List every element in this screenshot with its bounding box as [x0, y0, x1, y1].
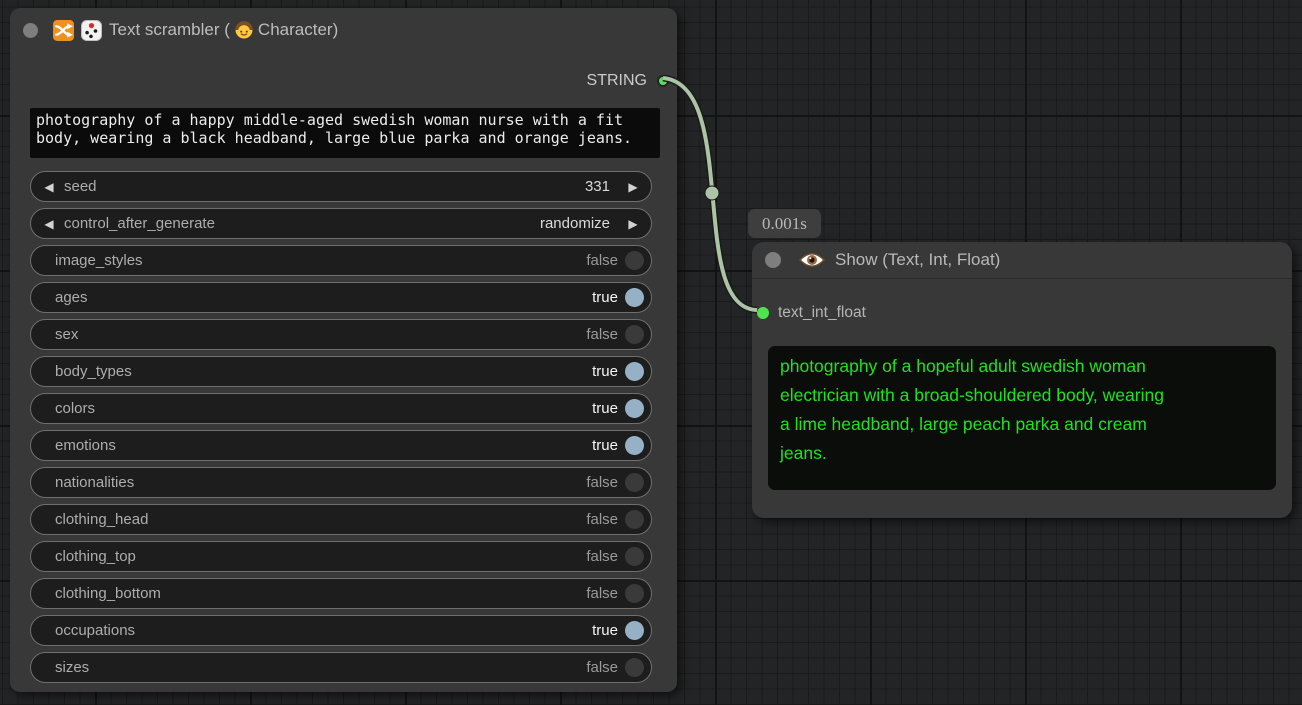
toggle-sizes[interactable]: sizes false — [30, 652, 652, 683]
output-label: STRING — [587, 72, 647, 89]
decrement-arrow-icon[interactable]: ◀ — [38, 217, 60, 231]
node-titlebar[interactable]: Text scrambler ( Character) — [10, 8, 677, 52]
toggle-value: true — [592, 289, 618, 306]
toggle-value: false — [586, 585, 618, 602]
toggle-label: colors — [55, 400, 95, 417]
prompt-textarea[interactable]: photography of a happy middle-aged swedi… — [30, 108, 660, 158]
node-text-scrambler[interactable]: Text scrambler ( Character) STRING photo… — [10, 8, 677, 692]
toggle-knob[interactable] — [625, 547, 644, 566]
toggle-image_styles[interactable]: image_styles false — [30, 245, 652, 276]
toggle-body_types[interactable]: body_types true — [30, 356, 652, 387]
eye-icon — [799, 251, 825, 269]
toggle-knob[interactable] — [625, 658, 644, 677]
toggle-value: false — [586, 659, 618, 676]
person-icon — [235, 21, 253, 39]
node-title: Text scrambler ( Character) — [109, 20, 338, 40]
toggle-knob[interactable] — [625, 325, 644, 344]
output-port-string[interactable] — [657, 75, 669, 87]
toggle-label: sex — [55, 326, 78, 343]
toggle-label: sizes — [55, 659, 89, 676]
toggle-knob[interactable] — [625, 251, 644, 270]
widget-list: ◀ seed 331 ▶ ◀ control_after_generate randomiz… — [30, 171, 652, 683]
input-port-text-int-float[interactable] — [757, 307, 769, 319]
toggle-knob[interactable] — [625, 621, 644, 640]
input-slot-text-int-float: text_int_float — [757, 304, 866, 322]
widget-value: 331 — [585, 178, 610, 195]
toggle-label: clothing_head — [55, 511, 148, 528]
decrement-arrow-icon[interactable]: ◀ — [38, 180, 60, 194]
dice-icon — [81, 20, 102, 41]
toggle-label: occupations — [55, 622, 135, 639]
widget-label: seed — [64, 178, 97, 195]
toggle-value: false — [586, 511, 618, 528]
link-midpoint-dot[interactable] — [705, 186, 719, 200]
toggle-knob[interactable] — [625, 473, 644, 492]
toggle-nationalities[interactable]: nationalities false — [30, 467, 652, 498]
toggle-knob[interactable] — [625, 399, 644, 418]
toggle-knob[interactable] — [625, 584, 644, 603]
toggle-emotions[interactable]: emotions true — [30, 430, 652, 461]
node-show-text-int-float[interactable]: Show (Text, Int, Float) text_int_float p… — [752, 242, 1292, 518]
toggle-label: clothing_top — [55, 548, 136, 565]
toggle-value: true — [592, 363, 618, 380]
widget-value: randomize — [540, 215, 610, 232]
toggle-value: false — [586, 548, 618, 565]
toggle-label: clothing_bottom — [55, 585, 161, 602]
increment-arrow-icon[interactable]: ▶ — [622, 180, 644, 194]
toggle-label: nationalities — [55, 474, 134, 491]
execution-time-badge: 0.001s — [748, 209, 821, 238]
shuffle-icon — [53, 20, 74, 41]
toggle-label: emotions — [55, 437, 116, 454]
toggle-value: true — [592, 437, 618, 454]
input-label: text_int_float — [778, 304, 866, 322]
toggle-colors[interactable]: colors true — [30, 393, 652, 424]
toggle-value: false — [586, 326, 618, 343]
link-wire — [663, 78, 757, 310]
widget-label: control_after_generate — [64, 215, 215, 232]
toggle-label: body_types — [55, 363, 132, 380]
collapse-dot[interactable] — [23, 23, 38, 38]
collapse-dot[interactable] — [765, 252, 781, 268]
graph-canvas[interactable]: Text scrambler ( Character) STRING photo… — [0, 0, 1302, 705]
toggle-value: false — [586, 252, 618, 269]
toggle-knob[interactable] — [625, 288, 644, 307]
toggle-label: ages — [55, 289, 88, 306]
node-title: Show (Text, Int, Float) — [835, 250, 1000, 270]
toggle-value: true — [592, 400, 618, 417]
increment-arrow-icon[interactable]: ▶ — [622, 217, 644, 231]
widget-control_after_generate[interactable]: ◀ control_after_generate randomize ▶ — [30, 208, 652, 239]
toggle-knob[interactable] — [625, 510, 644, 529]
widget-seed[interactable]: ◀ seed 331 ▶ — [30, 171, 652, 202]
toggle-ages[interactable]: ages true — [30, 282, 652, 313]
toggle-sex[interactable]: sex false — [30, 319, 652, 350]
toggle-value: true — [592, 622, 618, 639]
output-slot-string: STRING — [587, 72, 647, 90]
toggle-label: image_styles — [55, 252, 143, 269]
toggle-knob[interactable] — [625, 436, 644, 455]
node-titlebar[interactable]: Show (Text, Int, Float) — [752, 242, 1292, 279]
toggle-value: false — [586, 474, 618, 491]
toggle-clothing_top[interactable]: clothing_top false — [30, 541, 652, 572]
toggle-occupations[interactable]: occupations true — [30, 615, 652, 646]
toggle-clothing_bottom[interactable]: clothing_bottom false — [30, 578, 652, 609]
result-text[interactable]: photography of a hopeful adult swedish w… — [768, 346, 1276, 490]
link-wire-shadow — [663, 78, 757, 310]
toggle-knob[interactable] — [625, 362, 644, 381]
toggle-clothing_head[interactable]: clothing_head false — [30, 504, 652, 535]
